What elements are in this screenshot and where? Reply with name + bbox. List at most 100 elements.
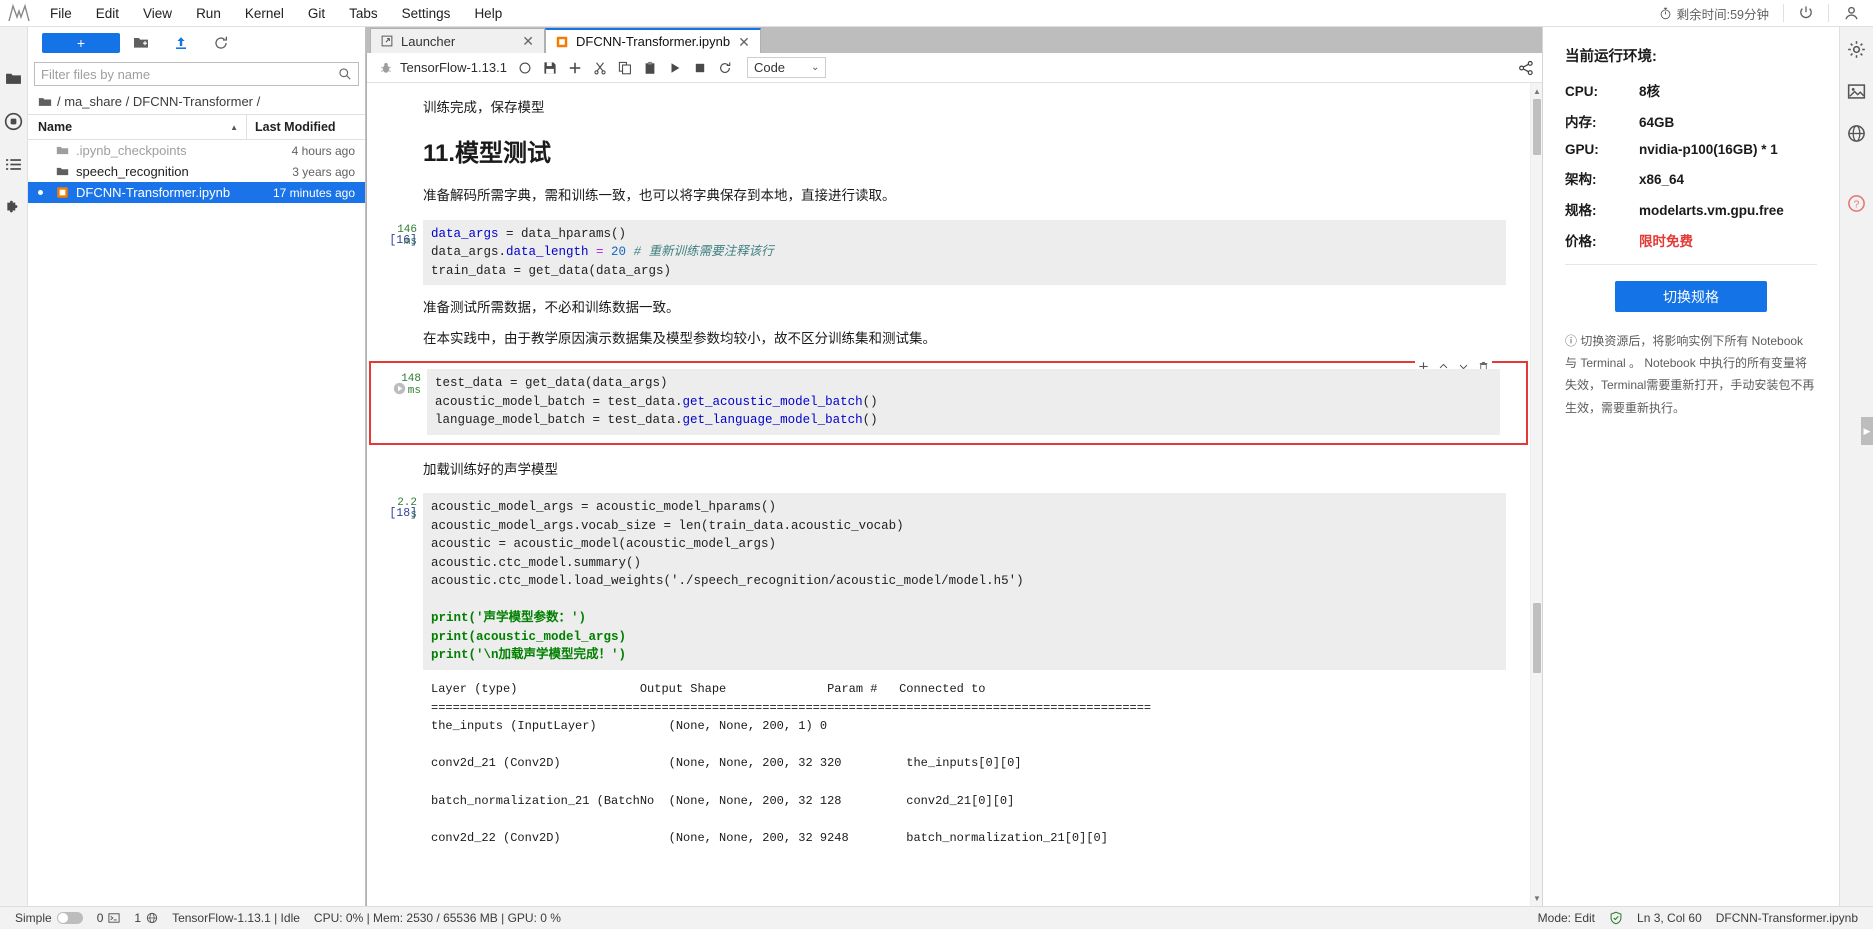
selected-code-cell[interactable]: 148 ms test_data = get_data(data_args) a…: [369, 360, 1528, 445]
markdown-cell-note-1[interactable]: 训练完成，保存模型: [367, 93, 1530, 124]
file-name-cell: DFCNN-Transformer.ipynb: [28, 185, 247, 200]
list-item[interactable]: DFCNN-Transformer.ipynb 17 minutes ago: [28, 182, 365, 203]
file-filter-box[interactable]: [34, 62, 359, 86]
menu-item-run[interactable]: Run: [184, 3, 233, 24]
file-name-label: DFCNN-Transformer.ipynb: [76, 185, 231, 200]
image-icon[interactable]: [1845, 79, 1869, 103]
toggle-switch[interactable]: [56, 912, 83, 924]
markdown-cell-note-5[interactable]: 加载训练好的声学模型: [367, 455, 1530, 486]
paste-icon[interactable]: [639, 57, 661, 79]
menu-item-git[interactable]: Git: [296, 3, 337, 24]
scrollbar-thumb-top[interactable]: [1533, 99, 1541, 155]
column-header-name[interactable]: Name ▲: [28, 115, 247, 139]
globe-icon[interactable]: [1845, 121, 1869, 145]
new-folder-icon[interactable]: [122, 30, 160, 56]
rail-running-icon[interactable]: [3, 110, 25, 132]
stop-icon[interactable]: [689, 57, 711, 79]
file-modified-label: 4 hours ago: [291, 143, 355, 158]
spec-key: 内存:: [1565, 115, 1597, 130]
file-browser-panel: + / ma_s: [28, 27, 366, 906]
markdown-cell-note-2[interactable]: 准备解码所需字典，需和训练一致，也可以将字典保存到本地，直接进行读取。: [367, 181, 1530, 212]
save-icon[interactable]: [539, 57, 561, 79]
column-header-modified[interactable]: Last Modified: [247, 115, 365, 139]
simple-mode-toggle[interactable]: Simple: [8, 911, 90, 925]
refresh-icon[interactable]: [202, 30, 240, 56]
markdown-cell-note-3[interactable]: 准备测试所需数据，不必和训练数据一致。: [367, 293, 1530, 324]
list-item[interactable]: .ipynb_checkpoints 4 hours ago: [28, 140, 365, 161]
menu-item-edit[interactable]: Edit: [84, 3, 131, 24]
search-input[interactable]: [41, 66, 338, 82]
cut-icon[interactable]: [589, 57, 611, 79]
code-cell-18[interactable]: 2.2 s [18] acoustic_model_args = acousti…: [367, 493, 1530, 670]
menu-bar: File Edit View Run Kernel Git Tabs Setti…: [0, 0, 1873, 27]
bug-icon[interactable]: [375, 57, 397, 79]
menu-item-settings[interactable]: Settings: [390, 3, 463, 24]
code-editor-selected[interactable]: test_data = get_data(data_args) acoustic…: [427, 369, 1500, 435]
code-line: acoustic_model_args.vocab_size = len(tra…: [431, 518, 904, 533]
user-icon[interactable]: [1829, 5, 1873, 22]
tab-bar: Launcher ✕ DFCNN-Transformer.ipynb ✕: [366, 27, 1542, 53]
unsaved-dot-icon: [38, 190, 43, 195]
spec-key: 价格:: [1565, 234, 1597, 249]
notebook-panel: TensorFlow-1.13.1 Code ⌄ 训练完成，保存模型 11.模型…: [366, 53, 1542, 906]
rail-file-browser-icon[interactable]: [3, 67, 25, 89]
tab-notebook[interactable]: DFCNN-Transformer.ipynb ✕: [545, 28, 761, 53]
switch-flavor-button[interactable]: 切换规格: [1615, 281, 1767, 312]
help-icon[interactable]: ?: [1845, 191, 1869, 215]
upload-icon[interactable]: [162, 30, 200, 56]
collapse-right-panel-handle[interactable]: ▶: [1861, 417, 1873, 445]
menu-item-help[interactable]: Help: [462, 3, 514, 24]
remaining-time: 剩余时间:59分钟: [1645, 4, 1783, 23]
run-icon[interactable]: [664, 57, 686, 79]
list-item[interactable]: speech_recognition 3 years ago: [28, 161, 365, 182]
left-sidebar-rail: [0, 27, 28, 906]
notebook-scrollbar[interactable]: ▲ ▼: [1530, 83, 1542, 906]
output-row: batch_normalization_21 (BatchNo (None, N…: [431, 793, 1015, 808]
status-bar: Simple 0 1 TensorFlow-1.13.1 | Idle CPU:…: [0, 906, 1873, 929]
kernel-count-label: 1: [134, 911, 142, 925]
scroll-up-icon[interactable]: ▲: [1531, 85, 1542, 97]
kernel-count[interactable]: 1: [127, 911, 165, 925]
kernel-status[interactable]: TensorFlow-1.13.1 | Idle: [165, 911, 307, 925]
close-icon[interactable]: ✕: [522, 34, 534, 48]
code-editor-18[interactable]: acoustic_model_args = acoustic_model_hpa…: [423, 493, 1506, 670]
breadcrumb[interactable]: / ma_share / DFCNN-Transformer /: [28, 90, 365, 114]
menu-item-kernel[interactable]: Kernel: [233, 3, 296, 24]
code-cell-selected[interactable]: 148 ms test_data = get_data(data_args) a…: [371, 369, 1524, 435]
shield-icon[interactable]: [1602, 911, 1630, 925]
settings-gear-icon[interactable]: [1845, 37, 1869, 61]
chevron-down-icon: ⌄: [811, 62, 820, 73]
terminal-count-label: 0: [96, 911, 104, 925]
scroll-down-icon[interactable]: ▼: [1531, 892, 1542, 904]
tab-launcher[interactable]: Launcher ✕: [370, 28, 545, 53]
terminal-count[interactable]: 0: [90, 911, 128, 925]
model-summary-output: Layer (type) Output Shape Param # Connec…: [423, 678, 1506, 849]
spec-value: x86_64: [1639, 172, 1685, 187]
cell-type-select[interactable]: Code ⌄: [746, 57, 827, 78]
new-launcher-button[interactable]: +: [42, 33, 120, 53]
code-line: acoustic_model_args = acoustic_model_hpa…: [431, 500, 777, 515]
column-label-name: Name: [38, 120, 73, 134]
markdown-cell-heading[interactable]: 11.模型测试: [367, 124, 1530, 181]
main-area: + / ma_s: [0, 27, 1873, 906]
code-editor-16[interactable]: data_args = data_hparams() data_args.dat…: [423, 219, 1506, 286]
menu-item-view[interactable]: View: [131, 3, 184, 24]
close-icon[interactable]: ✕: [738, 35, 750, 49]
rail-extensions-icon[interactable]: [3, 196, 25, 218]
kernel-name-label[interactable]: TensorFlow-1.13.1: [400, 60, 507, 75]
copy-icon[interactable]: [614, 57, 636, 79]
menu-item-tabs[interactable]: Tabs: [337, 3, 390, 24]
code-cell-16[interactable]: 146 ms [16] data_args = data_hparams() d…: [367, 219, 1530, 286]
scrollbar-thumb[interactable]: [1533, 603, 1541, 673]
add-cell-icon[interactable]: [564, 57, 586, 79]
menu-item-file[interactable]: File: [38, 3, 84, 24]
rail-toc-icon[interactable]: [3, 153, 25, 175]
restart-kernel-icon[interactable]: [714, 57, 736, 79]
markdown-cell-note-4[interactable]: 在本实践中，由于教学原因演示数据集及模型参数均较小，故不区分训练集和测试集。: [367, 324, 1530, 355]
menu-items: File Edit View Run Kernel Git Tabs Setti…: [38, 3, 514, 24]
file-name-cell: speech_recognition: [28, 164, 247, 179]
share-icon[interactable]: [1518, 60, 1534, 76]
folder-icon: [38, 95, 52, 109]
power-icon[interactable]: [1784, 5, 1828, 21]
spec-value: nvidia-p100(16GB) * 1: [1639, 142, 1778, 157]
